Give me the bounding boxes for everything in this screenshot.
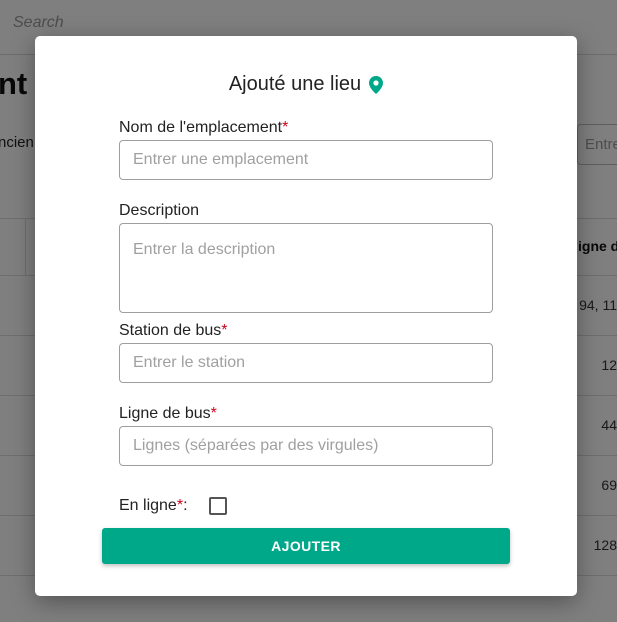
- bus-line-input[interactable]: [119, 426, 493, 466]
- description-label: Description: [119, 202, 200, 219]
- bus-station-label: Station de bus*: [119, 322, 228, 340]
- add-button[interactable]: AJOUTER: [102, 528, 510, 564]
- dialog-title-text: Ajouté une lieu: [228, 73, 362, 95]
- location-name-label-text: Nom de l'emplacement: [119, 119, 283, 136]
- add-location-dialog: Ajouté une lieu Nom de l'emplacement* De…: [35, 36, 577, 596]
- required-marker: *: [210, 405, 217, 422]
- online-label-colon: :: [183, 497, 188, 514]
- bus-line-label-text: Ligne de bus: [119, 405, 211, 422]
- bus-station-input[interactable]: [119, 343, 493, 383]
- bus-station-label-text: Station de bus: [119, 322, 222, 339]
- required-marker: *: [221, 322, 228, 339]
- required-marker: *: [282, 119, 289, 136]
- online-checkbox[interactable]: [208, 497, 227, 515]
- location-name-input[interactable]: [119, 140, 493, 180]
- dialog-title: Ajouté une lieu: [35, 73, 577, 96]
- map-pin-icon: [369, 75, 384, 94]
- location-name-label: Nom de l'emplacement*: [119, 119, 288, 137]
- bus-line-label: Ligne de bus*: [119, 405, 217, 423]
- online-field: En ligne*:: [119, 497, 227, 515]
- online-label: En ligne*:: [119, 497, 188, 515]
- description-textarea[interactable]: [119, 223, 493, 313]
- online-label-text: En ligne: [119, 497, 177, 514]
